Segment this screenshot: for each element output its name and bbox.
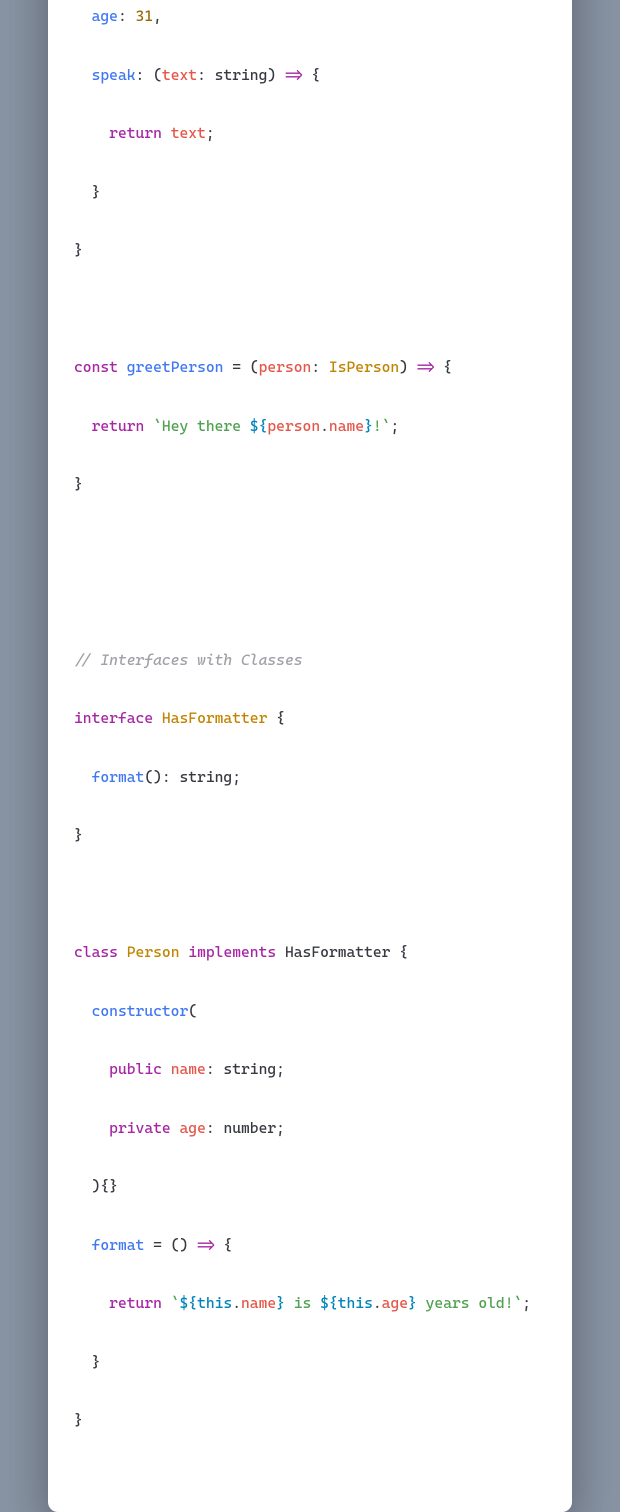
code-window: // Interfaces with Functions interface I… (48, 0, 572, 1512)
prop: constructor (92, 1002, 189, 1020)
prop: format (92, 1236, 145, 1254)
kw: implements (188, 943, 276, 961)
prop: format (92, 768, 145, 786)
kw: private (109, 1119, 171, 1137)
type: HasFormatter (162, 709, 267, 727)
kw: interface (74, 709, 153, 727)
comment: // Interfaces with Classes (74, 651, 303, 669)
code-block: // Interfaces with Functions interface I… (74, 0, 546, 1470)
kw: return (92, 417, 145, 435)
kw: return (109, 1294, 162, 1312)
kw: class (74, 943, 118, 961)
kw: public (109, 1060, 162, 1078)
kw: const (74, 358, 118, 376)
kw: return (109, 124, 162, 142)
